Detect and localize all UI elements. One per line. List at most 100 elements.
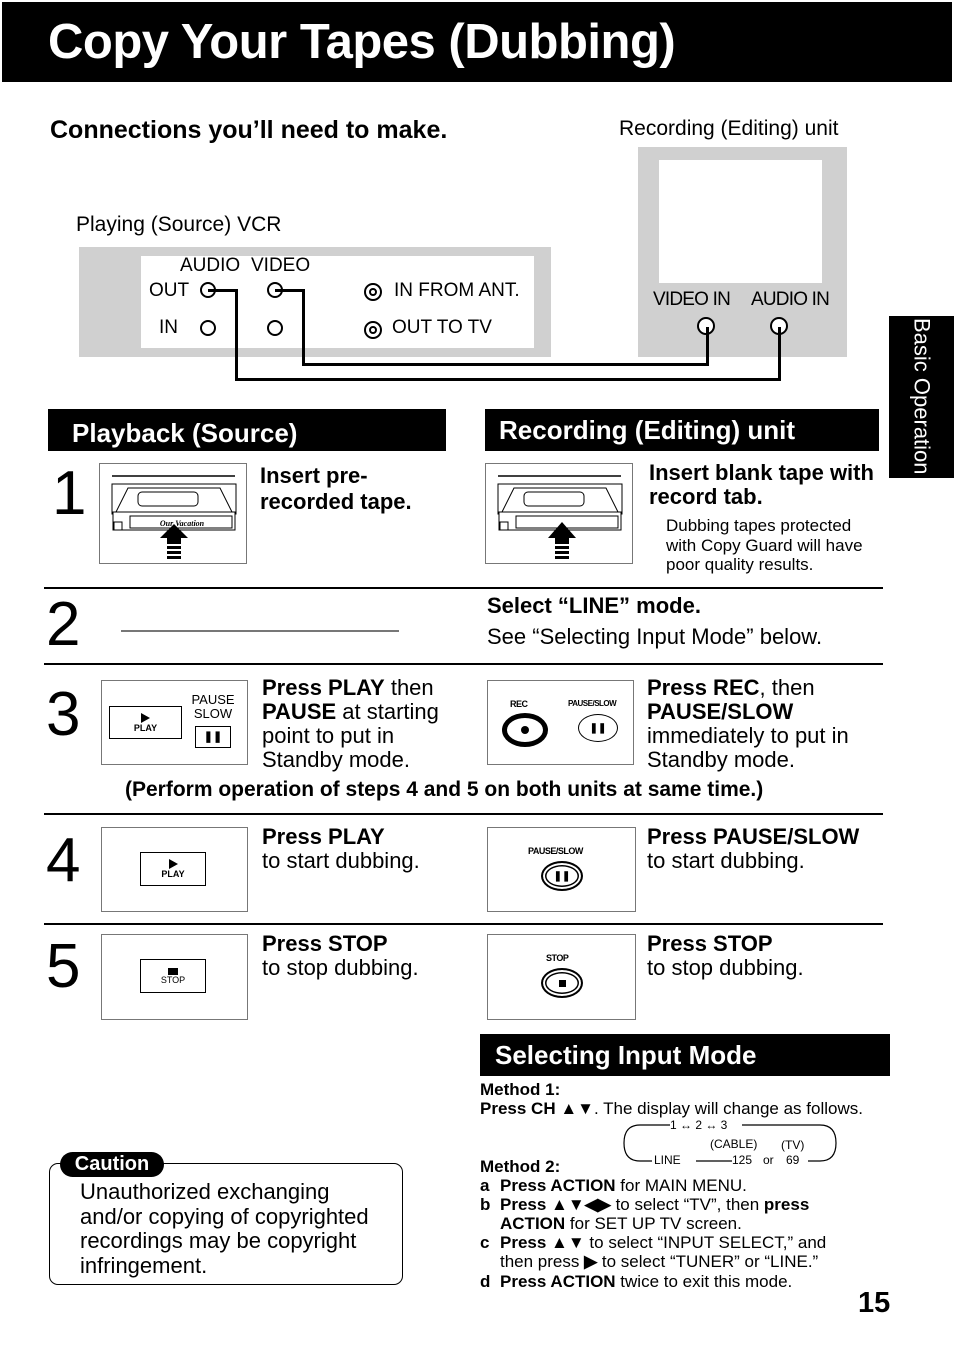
audio-in-jack: [200, 320, 216, 336]
step-number: 3: [46, 680, 81, 749]
method1-instruction: Press CH ▲▼. The display will change as …: [480, 1099, 863, 1118]
video-label: VIDEO: [251, 255, 311, 276]
caution-label: Caution: [60, 1152, 164, 1177]
pause-caption: PAUSE: [191, 692, 235, 707]
recording-unit-screen: [659, 160, 822, 283]
pause-icon: ❚❚: [589, 722, 607, 734]
input-mode-section-header: Selecting Input Mode: [480, 1034, 890, 1076]
caution-text: Unauthorized exchanging and/or copying o…: [80, 1179, 369, 1278]
step1-left-instruction: Insert pre- recorded tape.: [260, 463, 412, 514]
cable-label: (CABLE): [710, 1137, 758, 1151]
pause-icon: ❚❚: [553, 870, 571, 882]
step1-right-instruction: Insert blank tape with record tab.: [649, 460, 874, 509]
divider: [44, 587, 883, 589]
audio-cable: [235, 378, 781, 381]
ant-in-connector-icon: [364, 283, 382, 301]
pause-button[interactable]: ❚❚: [195, 726, 231, 748]
rec-pause-buttons-illustration: REC PAUSE/SLOW ❚❚: [487, 680, 634, 765]
pause-slow-button[interactable]: ❚❚: [578, 714, 618, 742]
video-in-jack: [267, 320, 283, 336]
play-button[interactable]: PLAY: [140, 852, 206, 886]
step5-left-instruction: Press STOP to stop dubbing.: [262, 931, 419, 980]
audio-label: AUDIO: [180, 255, 241, 276]
in-from-ant-label: IN FROM ANT.: [394, 280, 520, 301]
simultaneous-operation-note: (Perform operation of steps 4 and 5 on b…: [125, 778, 764, 801]
step4-left-instruction: Press PLAY to start dubbing.: [262, 824, 420, 873]
stop-caption: STOP: [546, 953, 569, 963]
stop-icon: [168, 967, 178, 975]
in-label: IN: [159, 317, 178, 338]
line-value: LINE: [654, 1153, 681, 1167]
step5-right-instruction: Press STOP to stop dubbing.: [647, 931, 804, 980]
audio-cable: [235, 289, 238, 381]
stop-icon: [558, 979, 566, 987]
pause-slow-button-illustration: PAUSE/SLOW ❚❚: [487, 827, 636, 912]
insert-blank-tape-illustration: [485, 463, 633, 564]
playing-vcr-label: Playing (Source) VCR: [76, 213, 282, 236]
copy-guard-note-line: poor quality results.: [666, 555, 814, 574]
record-dot-icon: [521, 726, 529, 734]
tv-label: (TV): [781, 1138, 805, 1152]
method2-step-b-cont: ACTION for SET UP TV screen.: [500, 1214, 742, 1233]
method2-step-c: c Press ▲▼ to select “INPUT SELECT,” and: [480, 1233, 827, 1252]
video-in-label: VIDEO IN: [653, 289, 731, 310]
video-cable: [302, 363, 709, 366]
page-title: Copy Your Tapes (Dubbing): [48, 15, 676, 69]
step2-instruction-bold: Select “LINE” mode.: [487, 593, 701, 618]
playback-section-header: Playback (Source): [48, 409, 446, 451]
no-action-line: [121, 630, 399, 632]
method2-step-b: b Press ▲▼◀▶ to select “TV”, then press: [480, 1195, 810, 1214]
play-button-illustration: PLAY: [101, 827, 248, 912]
step3-left-instruction: Press PLAY then PAUSE at starting point …: [262, 675, 439, 772]
step-number: 4: [46, 826, 81, 895]
cable-125-value: 125: [732, 1153, 753, 1167]
audio-cable: [208, 289, 238, 292]
method2-step-c-cont: then press ▶ to select “TUNER” or “LINE.…: [500, 1252, 819, 1271]
divider: [44, 923, 883, 925]
video-cable: [302, 289, 305, 366]
insert-tape-illustration: Our Vacation: [99, 463, 247, 564]
tv-out-connector-icon: [364, 321, 382, 339]
slow-caption: SLOW: [193, 706, 233, 721]
play-icon: [168, 859, 178, 869]
stop-button[interactable]: [541, 968, 583, 998]
rec-button[interactable]: [502, 713, 548, 747]
method2-label: Method 2:: [480, 1157, 561, 1176]
step3-right-instruction: Press REC, then PAUSE/SLOW immediately t…: [647, 675, 849, 772]
play-icon: [141, 712, 150, 723]
side-tab-label: Basic Operation: [909, 318, 935, 475]
recording-unit-label: Recording (Editing) unit: [619, 117, 839, 140]
step-number: 5: [46, 932, 81, 1001]
play-button[interactable]: PLAY: [109, 706, 182, 739]
audio-in-label: AUDIO IN: [751, 289, 830, 310]
pause-slow-button[interactable]: ❚❚: [541, 861, 583, 891]
pause-icon: ❚❚: [203, 730, 223, 743]
or-text: or: [763, 1153, 774, 1167]
channel-cycle-diagram: 1 ↔ 2 ↔ 3 (CABLE) (TV) LINE 125 or 69: [622, 1118, 838, 1170]
divider: [44, 813, 883, 815]
step2-instruction-text: See “Selecting Input Mode” below.: [487, 624, 823, 649]
tape-label: Our Vacation: [160, 519, 205, 528]
divider: [44, 663, 883, 665]
stop-button-label: STOP: [160, 974, 186, 985]
stop-button-illustration: STOP: [101, 934, 248, 1020]
page-number: 15: [858, 1287, 891, 1319]
rec-caption: REC: [510, 699, 528, 709]
pause-slow-caption: PAUSE/SLOW: [528, 846, 583, 856]
video-cable: [706, 327, 709, 366]
out-to-tv-label: OUT TO TV: [392, 317, 492, 338]
method2-step-a: a Press ACTION for MAIN MENU.: [480, 1176, 747, 1195]
pause-slow-caption: PAUSE SLOW: [190, 693, 236, 721]
tv-69-value: 69: [786, 1153, 800, 1167]
method2-step-d: d Press ACTION twice to exit this mode.: [480, 1272, 793, 1291]
play-button-label: PLAY: [133, 722, 158, 733]
pause-slow-caption: PAUSE/SLOW: [568, 699, 617, 708]
stop-oval-button-illustration: STOP: [487, 934, 636, 1020]
step-number: 2: [46, 590, 81, 659]
copy-guard-note-line: Dubbing tapes protected: [666, 516, 852, 535]
out-label: OUT: [149, 280, 190, 301]
audio-cable: [778, 327, 781, 381]
step4-right-instruction: Press PAUSE/SLOW to start dubbing.: [647, 824, 860, 873]
recording-section-header: Recording (Editing) unit: [485, 409, 879, 451]
stop-button[interactable]: STOP: [140, 959, 206, 993]
